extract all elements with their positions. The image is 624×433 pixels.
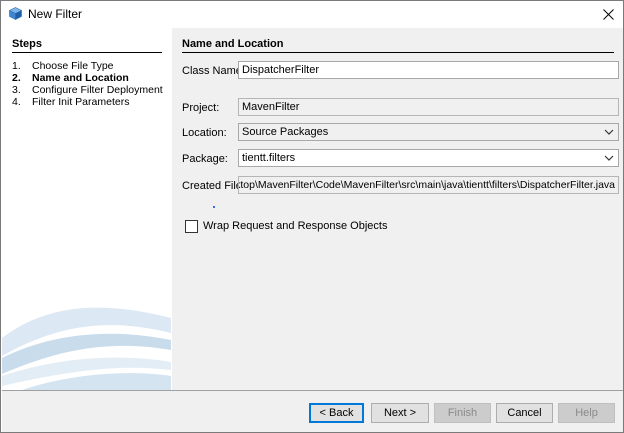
window-title: New Filter <box>28 7 83 21</box>
steps-panel: Steps 1. Choose File Type 2. Name and Loca… <box>2 28 171 390</box>
help-button[interactable]: Help <box>558 403 615 423</box>
class-name-input[interactable]: DispatcherFilter <box>238 61 619 79</box>
close-icon <box>602 8 614 20</box>
button-bar: < Back Next > Finish Cancel Help <box>2 391 623 432</box>
step-item: 1. Choose File Type <box>12 60 114 72</box>
location-select[interactable]: Source Packages <box>238 123 619 141</box>
package-combo[interactable]: tientt.filters <box>238 149 619 167</box>
created-file-field: \Desktop\MavenFilter\Code\MavenFilter\sr… <box>238 176 619 194</box>
cancel-button[interactable]: Cancel <box>496 403 553 423</box>
decorative-swoosh-image <box>2 307 171 390</box>
next-button[interactable]: Next > <box>371 403 429 423</box>
package-value: tientt.filters <box>242 152 296 164</box>
close-button[interactable] <box>597 4 619 24</box>
netbeans-cube-icon <box>9 7 22 20</box>
name-and-location-panel: Name and Location Class Name: Dispatcher… <box>172 28 623 390</box>
created-file-label: Created File: <box>182 180 245 192</box>
chevron-down-icon[interactable] <box>604 127 614 137</box>
location-label: Location: <box>182 127 227 139</box>
step-item-current: 2. Name and Location <box>12 72 129 84</box>
project-field: MavenFilter <box>238 98 619 116</box>
chevron-down-icon[interactable] <box>604 153 614 163</box>
step-item: 3. Configure Filter Deployment <box>12 84 163 96</box>
title-bar: New Filter <box>1 1 623 27</box>
steps-heading: Steps <box>12 38 162 53</box>
focus-dot <box>213 206 215 208</box>
section-title: Name and Location <box>182 38 614 53</box>
wrap-request-response-label: Wrap Request and Response Objects <box>203 220 388 232</box>
back-button[interactable]: < Back <box>309 403 364 423</box>
class-name-label: Class Name: <box>182 65 245 77</box>
wrap-request-response-checkbox-row[interactable]: Wrap Request and Response Objects <box>185 219 387 233</box>
location-selected-value: Source Packages <box>242 126 329 138</box>
package-label: Package: <box>182 153 228 165</box>
wrap-request-response-checkbox[interactable] <box>185 219 198 233</box>
project-label: Project: <box>182 102 220 114</box>
steps-list: 1. Choose File Type 2. Name and Location 3… <box>12 60 171 108</box>
step-item: 4. Filter Init Parameters <box>12 96 130 108</box>
new-filter-dialog: New Filter Steps 1. Choose File Type 2. Na… <box>0 0 624 433</box>
finish-button[interactable]: Finish <box>434 403 491 423</box>
